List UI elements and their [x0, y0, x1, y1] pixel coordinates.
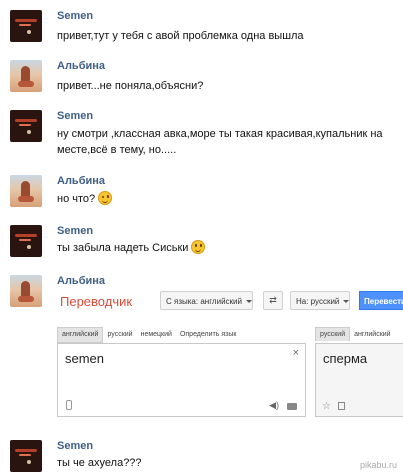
message-text: привет...не поняла,объясни? — [57, 80, 204, 92]
translator-title: Переводчик — [60, 294, 133, 309]
author-name[interactable]: Альбина — [57, 60, 105, 72]
source-text: semen — [65, 351, 105, 366]
watermark: pikabu.ru — [359, 460, 397, 470]
swap-languages-icon[interactable]: ⇄ — [263, 291, 283, 310]
source-language-select[interactable]: С языка: английский — [160, 291, 253, 310]
clear-icon[interactable]: × — [293, 347, 299, 359]
target-tab[interactable]: английский — [350, 328, 394, 341]
message-text: привет,тут у тебя с авой проблемка одна … — [57, 30, 304, 42]
author-name[interactable]: Semen — [57, 10, 93, 22]
keyboard-icon[interactable] — [287, 403, 297, 410]
author-name[interactable]: Альбина — [57, 175, 105, 187]
speaker-icon[interactable]: ◀) — [269, 400, 279, 411]
message-text-line-1: ну смотри ,классная авка,море ты такая к… — [57, 128, 383, 140]
message-text: но что? — [57, 193, 96, 205]
source-tab[interactable]: русский — [103, 328, 136, 342]
avatar-semen[interactable] — [10, 110, 42, 142]
source-language-tabs: английский русский немецкий Определить язык — [57, 327, 306, 343]
chevron-down-icon — [245, 300, 252, 303]
target-language-label: На: русский — [296, 297, 340, 306]
translation-result-area: сперма ☆ — [315, 343, 403, 417]
avatar-albina[interactable] — [10, 275, 42, 307]
message-text-line-2: месте,всё в тему, но..... — [57, 144, 177, 156]
wink-emoji-icon — [98, 191, 113, 205]
source-language-label: С языка: английский — [166, 297, 242, 306]
source-tab[interactable]: Определить язык — [176, 328, 241, 342]
copy-icon[interactable] — [338, 402, 345, 410]
translated-text: сперма — [323, 351, 368, 366]
star-icon[interactable]: ☆ — [322, 401, 331, 412]
microphone-icon[interactable] — [66, 400, 72, 410]
author-name[interactable]: Semen — [57, 225, 93, 237]
avatar-albina[interactable] — [10, 60, 42, 92]
target-language-tabs: русский английский — [315, 327, 403, 341]
author-name[interactable]: Semen — [57, 440, 93, 452]
author-name[interactable]: Альбина — [57, 275, 105, 287]
avatar-semen[interactable] — [10, 10, 42, 42]
target-tab[interactable]: русский — [315, 327, 351, 341]
smile-emoji-icon — [191, 240, 206, 254]
source-tab[interactable]: английский — [57, 327, 104, 343]
message-text-row: ты забыла надеть Сиськи — [57, 240, 206, 256]
translate-button[interactable]: Перевести — [359, 291, 403, 310]
chevron-down-icon — [343, 300, 350, 303]
source-text-area[interactable]: semen × ◀) — [57, 343, 306, 417]
message-text: ты забыла надеть Сиськи — [57, 242, 189, 254]
author-name[interactable]: Semen — [57, 110, 93, 122]
target-language-select[interactable]: На: русский — [290, 291, 350, 310]
translator-screenshot[interactable]: Переводчик С языка: английский ⇄ На: рус… — [57, 288, 403, 428]
source-tab[interactable]: немецкий — [137, 328, 176, 342]
avatar-semen[interactable] — [10, 225, 42, 257]
avatar-semen[interactable] — [10, 440, 42, 472]
avatar-albina[interactable] — [10, 175, 42, 207]
message-text: ты че ахуела??? — [57, 457, 142, 469]
message-text-row: но что? — [57, 191, 113, 207]
